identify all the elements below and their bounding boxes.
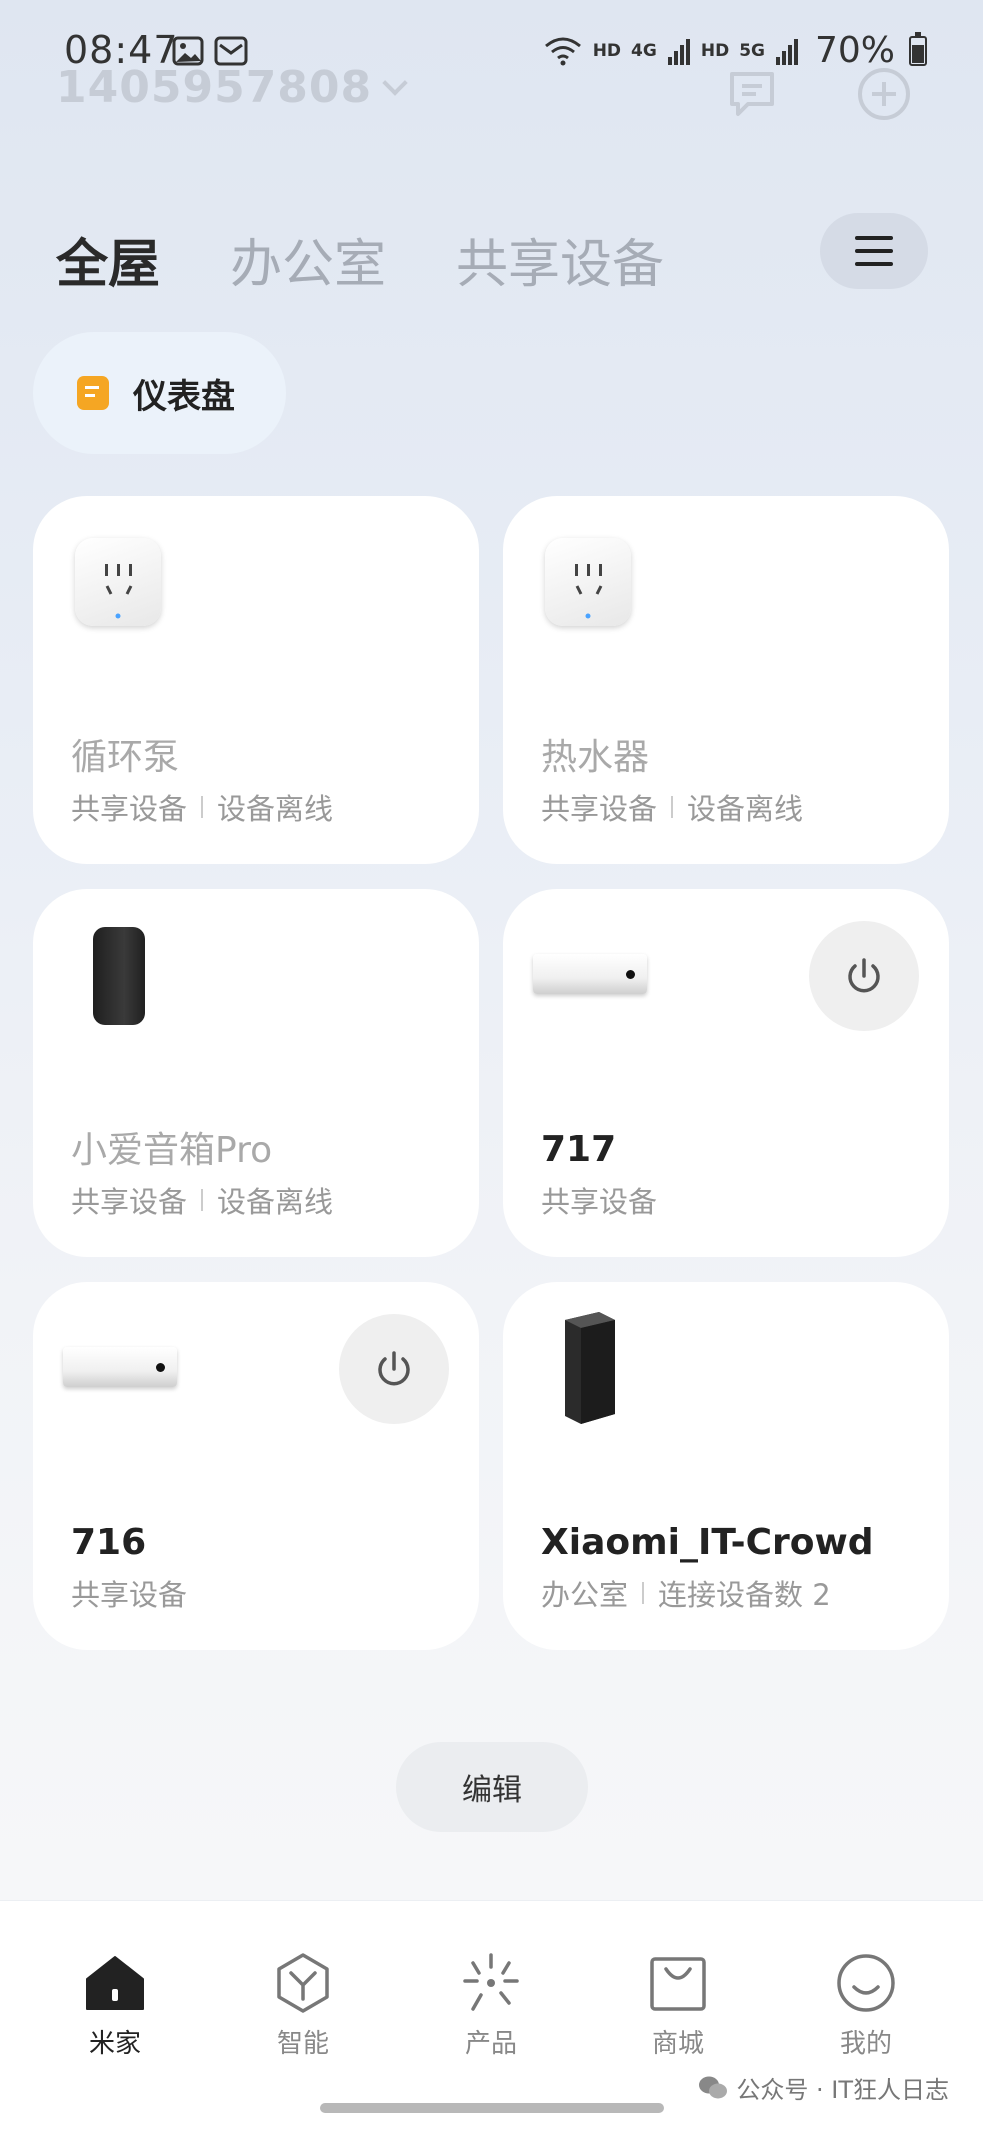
- tab-whole-house[interactable]: 全屋: [56, 222, 160, 297]
- battery-icon: [909, 31, 927, 66]
- home-icon: [86, 1956, 144, 2010]
- nav-label: 我的: [839, 2029, 892, 2059]
- tab-office[interactable]: 办公室: [230, 222, 386, 297]
- device-status: 设备离线: [217, 1185, 334, 1219]
- wifi-icon: [544, 37, 581, 65]
- device-card[interactable]: 小爱音箱Pro 共享设备 设备离线: [33, 889, 479, 1257]
- nav-label: 产品: [464, 2029, 517, 2059]
- hd-label: HD: [592, 40, 622, 61]
- divider: [201, 1189, 204, 1211]
- chevron-down-icon: [382, 69, 408, 96]
- watermark-text: 公众号 · IT狂人日志: [736, 2076, 949, 2104]
- power-icon: [848, 958, 880, 993]
- nav-label: 智能: [276, 2029, 329, 2059]
- smiley-profile-icon: [837, 1954, 895, 2012]
- nav-profile[interactable]: 我的: [806, 1951, 926, 2060]
- device-name: 循环泵: [71, 737, 180, 778]
- nav-products[interactable]: 产品: [431, 1951, 551, 2060]
- dashboard-button[interactable]: 仪表盘: [33, 332, 286, 454]
- device-name: 热水器: [541, 737, 650, 778]
- power-button[interactable]: [809, 921, 919, 1031]
- menu-button[interactable]: [820, 213, 928, 289]
- device-room: 共享设备: [71, 1578, 188, 1612]
- device-room: 共享设备: [71, 1185, 188, 1219]
- device-status: 连接设备数 2: [658, 1578, 831, 1612]
- device-card[interactable]: 717 共享设备: [503, 889, 949, 1257]
- shopping-bag-icon: [650, 1957, 706, 2011]
- nav-smart[interactable]: 智能: [243, 1951, 363, 2060]
- room-tabs: 全屋 办公室 共享设备: [56, 222, 664, 297]
- router-icon: [565, 1312, 615, 1424]
- edit-button[interactable]: 编辑: [396, 1742, 588, 1832]
- device-card[interactable]: 716 共享设备: [33, 1282, 479, 1650]
- device-card[interactable]: 热水器 共享设备 设备离线: [503, 496, 949, 864]
- smart-cube-icon: [277, 1953, 329, 2013]
- network-type-label: 4G: [631, 40, 657, 61]
- device-status: 设备离线: [217, 792, 334, 826]
- device-room: 共享设备: [541, 792, 658, 826]
- nav-home[interactable]: 米家: [55, 1951, 175, 2060]
- device-card[interactable]: Xiaomi_IT-Crowd 办公室 连接设备数 2: [503, 1282, 949, 1650]
- network-type-label: 5G: [739, 40, 765, 61]
- nav-label: 米家: [88, 2029, 141, 2059]
- menu-icon: [855, 236, 893, 266]
- power-icon: [378, 1351, 410, 1386]
- device-name: 小爱音箱Pro: [71, 1130, 273, 1171]
- device-subtitle: 共享设备 设备离线: [71, 786, 333, 828]
- watermark: 公众号 · IT狂人日志: [698, 2070, 949, 2105]
- device-status: 设备离线: [687, 792, 804, 826]
- signal-icon: [775, 38, 798, 65]
- device-name: Xiaomi_IT-Crowd: [541, 1522, 874, 1563]
- smart-speaker-icon: [93, 927, 145, 1025]
- add-icon[interactable]: [856, 66, 912, 122]
- nav-store[interactable]: 商城: [618, 1951, 738, 2060]
- tab-shared-devices[interactable]: 共享设备: [456, 222, 664, 297]
- account-selector[interactable]: 1405957808: [56, 62, 408, 113]
- device-room: 办公室: [541, 1578, 629, 1612]
- device-room: 共享设备: [541, 1185, 658, 1219]
- smart-plug-icon: [75, 538, 161, 626]
- status-indicators: HD 4G HD 5G 70%: [543, 30, 927, 71]
- device-subtitle: 共享设备 设备离线: [71, 1179, 333, 1221]
- device-room: 共享设备: [71, 792, 188, 826]
- message-icon[interactable]: [724, 66, 780, 122]
- device-subtitle: 共享设备 设备离线: [541, 786, 803, 828]
- nav-label: 商城: [651, 2029, 704, 2059]
- divider: [642, 1582, 645, 1604]
- device-name: 716: [71, 1522, 147, 1563]
- hd-label: HD: [700, 40, 730, 61]
- dashboard-label: 仪表盘: [133, 376, 235, 417]
- device-subtitle: 办公室 连接设备数 2: [541, 1572, 831, 1614]
- divider: [671, 796, 674, 818]
- wechat-icon: [699, 2076, 728, 2098]
- device-name: 717: [541, 1129, 617, 1170]
- air-conditioner-icon: [533, 954, 647, 994]
- battery-percent: 70%: [814, 30, 895, 71]
- power-button[interactable]: [339, 1314, 449, 1424]
- divider: [201, 796, 204, 818]
- dashboard-icon: [77, 376, 109, 410]
- smart-plug-icon: [545, 538, 631, 626]
- product-sparkle-icon: [463, 1953, 519, 2011]
- device-subtitle: 共享设备: [541, 1179, 657, 1221]
- device-subtitle: 共享设备: [71, 1572, 187, 1614]
- signal-icon: [667, 38, 690, 65]
- account-id: 1405957808: [56, 62, 373, 113]
- home-indicator[interactable]: [320, 2103, 664, 2113]
- air-conditioner-icon: [63, 1347, 177, 1387]
- device-card[interactable]: 循环泵 共享设备 设备离线: [33, 496, 479, 864]
